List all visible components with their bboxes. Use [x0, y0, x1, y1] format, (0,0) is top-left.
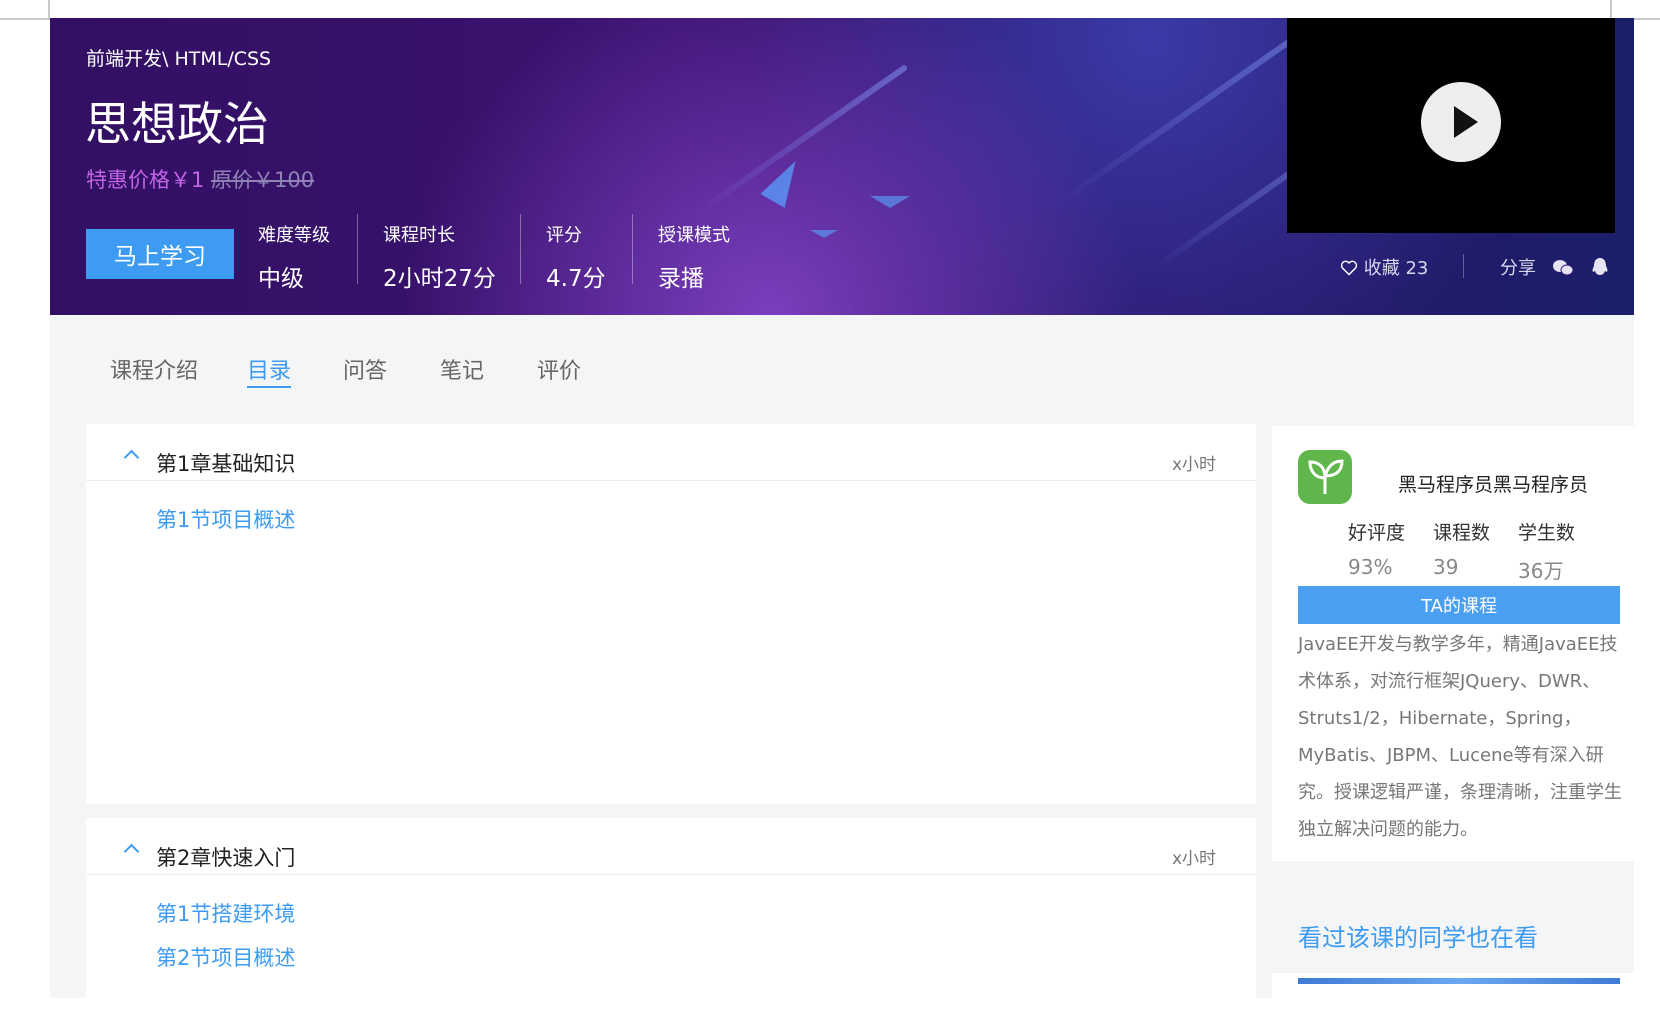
favorite-label: 收藏 23	[1363, 258, 1429, 279]
chapter-card: 第1章基础知识 x小时 第1节项目概述	[86, 424, 1256, 804]
course-title: 思想政治	[85, 97, 269, 151]
heart-icon	[1340, 260, 1358, 276]
course-page: 前端开发\ HTML/CSS 思想政治 特惠价格￥1 原价￥100 马上学习 难…	[50, 18, 1634, 998]
qq-icon[interactable]	[1591, 257, 1609, 277]
teacher-stat-courses: 课程数 39	[1433, 518, 1490, 579]
chapter-title: 第1章基础知识	[156, 452, 296, 476]
sprout-icon	[1308, 459, 1344, 494]
stat-label: 评分	[546, 225, 582, 246]
avatar[interactable]	[1298, 450, 1352, 504]
lesson-link[interactable]: 第1节搭建环境	[156, 898, 295, 928]
stat-label: 课程时长	[383, 225, 455, 246]
tab-intro[interactable]: 课程介绍	[110, 353, 198, 385]
lesson-link[interactable]: 第2节项目概述	[156, 942, 295, 972]
chapter-title: 第2章快速入门	[156, 846, 296, 870]
share-label: 分享	[1500, 258, 1536, 279]
decor-shard	[870, 196, 910, 208]
teacher-card: 黑马程序员黑马程序员 好评度 93% 课程数 39 学生数 36万 TA的课程 …	[1272, 426, 1634, 861]
stat-duration: 课程时长 2小时27分	[383, 221, 496, 293]
teacher-stat-students: 学生数 36万	[1518, 518, 1575, 584]
stat-value: 录播	[658, 266, 704, 292]
stat-mode: 授课模式 录播	[658, 221, 730, 293]
teacher-bio: JavaEE开发与教学多年，精通JavaEE技术体系，对流行框架JQuery、D…	[1298, 634, 1622, 840]
stat-rating: 评分 4.7分	[546, 221, 606, 293]
tab-catalog[interactable]: 目录	[247, 353, 292, 388]
play-icon[interactable]	[1421, 82, 1501, 162]
teacher-stat-rating: 好评度 93%	[1348, 518, 1405, 579]
favorite-button[interactable]: 收藏 23	[1340, 254, 1428, 280]
also-watching-header: 看过该课的同学也在看	[1272, 888, 1634, 968]
stat-value: 93%	[1348, 555, 1393, 579]
chapter-header[interactable]: 第2章快速入门 x小时	[86, 818, 1256, 875]
decor-shard	[810, 230, 838, 238]
chapter-card: 第2章快速入门 x小时 第1节搭建环境 第2节项目概述	[86, 818, 1256, 998]
chapter-duration: x小时	[1171, 849, 1216, 869]
course-thumbnail[interactable]	[1298, 978, 1620, 984]
stat-value: 4.7分	[546, 266, 606, 292]
tab-qa[interactable]: 问答	[343, 353, 387, 385]
course-hero-banner: 前端开发\ HTML/CSS 思想政治 特惠价格￥1 原价￥100 马上学习 难…	[50, 18, 1634, 315]
window-corner-left	[0, 0, 50, 20]
wechat-icon[interactable]	[1552, 259, 1574, 277]
start-learning-button[interactable]: 马上学习	[86, 229, 234, 279]
action-divider	[1463, 254, 1464, 278]
chapter-duration: x小时	[1171, 455, 1216, 475]
stat-value: 2小时27分	[383, 266, 496, 292]
stat-divider	[520, 214, 521, 284]
window-corner-right	[1610, 0, 1660, 20]
special-price: 特惠价格￥1	[86, 168, 205, 192]
stat-label: 授课模式	[658, 225, 730, 246]
tab-reviews[interactable]: 评价	[537, 353, 581, 385]
original-price: 原价￥100	[211, 168, 315, 192]
stat-value: 36万	[1518, 559, 1564, 583]
teacher-name[interactable]: 黑马程序员黑马程序员	[1398, 470, 1588, 497]
stat-difficulty: 难度等级 中级	[258, 221, 330, 293]
chapter-header[interactable]: 第1章基础知识 x小时	[86, 424, 1256, 481]
breadcrumb[interactable]: 前端开发\ HTML/CSS	[86, 44, 271, 71]
lesson-link[interactable]: 第1节项目概述	[156, 504, 295, 534]
tab-notes[interactable]: 笔记	[440, 353, 484, 385]
share-area: 分享	[1500, 254, 1609, 280]
price-row: 特惠价格￥1 原价￥100	[86, 164, 314, 194]
stat-divider	[357, 214, 358, 284]
stat-label: 学生数	[1518, 522, 1576, 544]
also-watching-title: 看过该课的同学也在看	[1298, 924, 1538, 952]
chevron-up-icon[interactable]	[123, 843, 140, 860]
stat-label: 课程数	[1433, 522, 1491, 544]
video-preview[interactable]	[1287, 18, 1615, 233]
also-watching-card[interactable]	[1272, 973, 1634, 998]
decor-streak	[691, 63, 909, 219]
stat-label: 难度等级	[258, 225, 330, 246]
chevron-up-icon[interactable]	[123, 449, 140, 466]
stat-divider	[632, 214, 633, 284]
teacher-courses-button[interactable]: TA的课程	[1298, 586, 1620, 624]
stat-value: 39	[1433, 555, 1459, 579]
stat-value: 中级	[258, 266, 304, 292]
stat-label: 好评度	[1348, 522, 1406, 544]
